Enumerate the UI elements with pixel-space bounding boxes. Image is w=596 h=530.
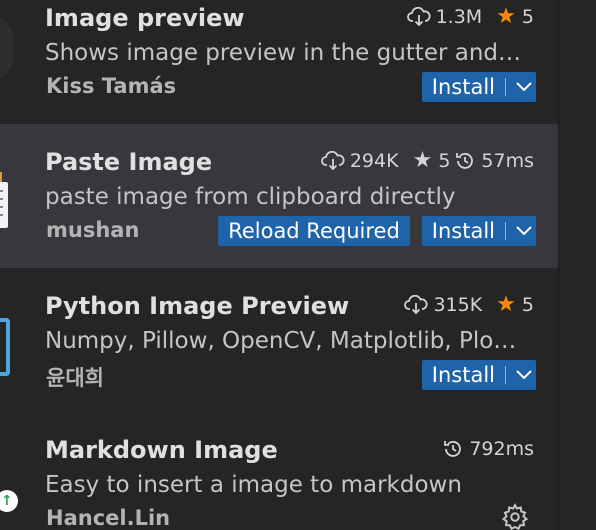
- scrollbar-track[interactable]: [558, 0, 596, 530]
- extension-actions: Reload Required Install: [218, 216, 536, 246]
- history-clock-icon: [456, 153, 474, 169]
- arrow-up-icon: ↑: [1, 493, 13, 509]
- extension-list: Image preview 1.3M ★ 5 Shows image previ…: [0, 0, 558, 530]
- extension-name: Markdown Image: [45, 436, 278, 464]
- extension-publisher[interactable]: Hancel.Lin: [46, 506, 170, 530]
- extension-description: Shows image preview in the gutter and…: [45, 40, 522, 66]
- extension-logo: ↑: [0, 490, 18, 514]
- extension-name: Paste Image: [45, 148, 213, 176]
- cloud-download-icon: [406, 7, 431, 27]
- extension-description: paste image from clipboard directly: [45, 184, 456, 210]
- extension-stats: 1.3M ★ 5: [399, 6, 534, 28]
- chevron-down-icon[interactable]: [512, 81, 536, 93]
- gear-icon[interactable]: [500, 502, 530, 530]
- extension-logo: [0, 172, 8, 228]
- activation-time: 57ms: [454, 150, 534, 172]
- extension-actions: Install: [421, 72, 536, 102]
- cloud-download-icon: [320, 151, 345, 171]
- extension-stats: 294K ★ 5 57ms: [313, 150, 534, 172]
- download-count: 315K: [404, 294, 482, 316]
- install-button[interactable]: Install: [421, 72, 536, 102]
- extension-description: Easy to insert a image to markdown: [45, 472, 462, 498]
- star-icon: ★: [412, 148, 433, 173]
- reload-required-button[interactable]: Reload Required: [218, 216, 410, 246]
- extension-item-image-preview[interactable]: Image preview 1.3M ★ 5 Shows image previ…: [0, 0, 558, 124]
- extension-publisher[interactable]: Kiss Tamás: [46, 74, 176, 98]
- history-clock-icon: [444, 441, 462, 457]
- download-count: 294K: [320, 150, 399, 172]
- extension-item-python-image-preview[interactable]: Python Image Preview 315K ★ 5 Numpy, Pil…: [0, 268, 558, 412]
- extensions-panel: Image preview 1.3M ★ 5 Shows image previ…: [0, 0, 596, 530]
- extension-actions: Install: [421, 360, 536, 390]
- extension-name: Image preview: [45, 4, 245, 32]
- rating: ★ 5: [496, 292, 534, 317]
- chevron-down-icon[interactable]: [512, 369, 536, 381]
- cloud-download-icon: [404, 295, 428, 315]
- activation-time: 792ms: [442, 438, 534, 460]
- rating: ★ 5: [496, 4, 534, 29]
- extension-description: Numpy, Pillow, OpenCV, Matplotlib, Plo…: [45, 328, 517, 354]
- extension-stats: 315K ★ 5: [396, 294, 534, 316]
- chevron-down-icon[interactable]: [512, 225, 536, 237]
- install-button[interactable]: Install: [421, 216, 536, 246]
- extension-publisher[interactable]: mushan: [46, 218, 139, 242]
- extension-stats: 792ms: [434, 438, 534, 460]
- extension-logo: [0, 16, 14, 80]
- star-icon: ★: [496, 292, 516, 317]
- extension-item-paste-image[interactable]: Paste Image 294K ★ 5 57ms paste image fr…: [0, 124, 558, 268]
- rating: ★ 5: [412, 148, 451, 173]
- download-count: 1.3M: [406, 6, 482, 28]
- install-button[interactable]: Install: [421, 360, 536, 390]
- extension-logo: [0, 318, 10, 376]
- extension-publisher[interactable]: 윤대희: [46, 362, 104, 392]
- star-icon: ★: [496, 4, 516, 29]
- extension-item-markdown-image[interactable]: ↑ Markdown Image 792ms Easy to insert a …: [0, 412, 558, 530]
- extension-name: Python Image Preview: [45, 292, 350, 320]
